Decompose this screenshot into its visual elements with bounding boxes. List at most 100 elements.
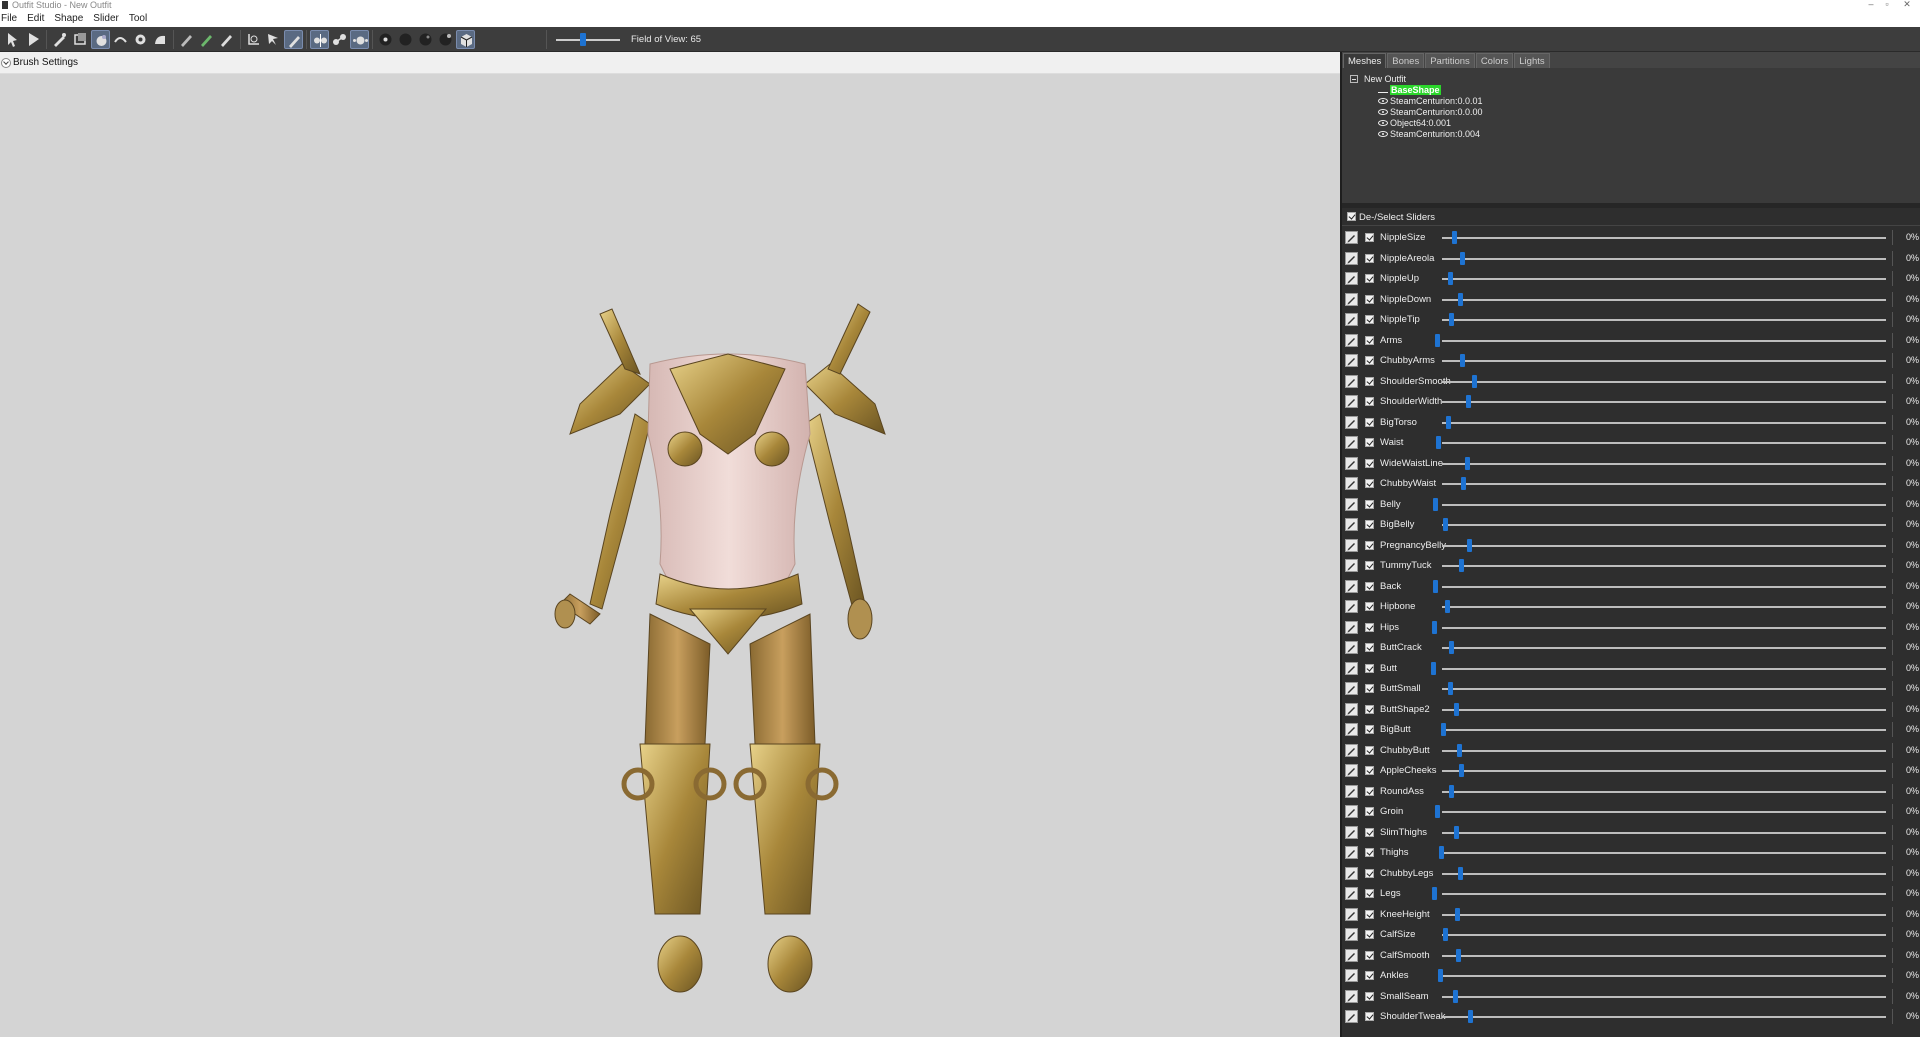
slider-checkbox[interactable] (1365, 540, 1374, 550)
slider-value[interactable]: 0% (1892, 804, 1920, 819)
menu-shape[interactable]: Shape (54, 13, 83, 24)
slider-value[interactable]: 0% (1892, 455, 1920, 471)
slider-checkbox[interactable] (1365, 663, 1374, 673)
smooth-brush-icon[interactable] (131, 30, 150, 49)
tree-item-baseshape[interactable]: BaseShape (1378, 85, 1441, 96)
pencil-icon[interactable] (1345, 518, 1358, 531)
pencil-icon[interactable] (1345, 887, 1358, 900)
pencil-icon[interactable] (1345, 395, 1358, 408)
pencil-icon[interactable] (1345, 723, 1358, 736)
slider-track[interactable] (1442, 360, 1886, 362)
pencil-icon[interactable] (1345, 641, 1358, 654)
pencil-icon[interactable] (1345, 374, 1358, 388)
select-tool-icon[interactable] (3, 30, 22, 49)
slider-value[interactable]: 0% (1892, 250, 1920, 266)
maximize-icon[interactable]: ▫ (1880, 0, 1894, 10)
slider-value[interactable]: 0% (1892, 906, 1920, 922)
slider-value[interactable]: 0% (1892, 947, 1920, 963)
slider-value[interactable]: 0% (1892, 619, 1920, 635)
slider-track[interactable] (1442, 298, 1886, 301)
slider-thumb[interactable] (1449, 784, 1454, 798)
fov-slider-track[interactable] (556, 39, 620, 41)
slider-checkbox[interactable] (1365, 868, 1374, 878)
vertex-edit-icon[interactable] (264, 30, 283, 49)
slider-thumb[interactable] (1443, 928, 1448, 941)
slider-value[interactable]: 0% (1892, 845, 1920, 860)
slider-thumb[interactable] (1461, 477, 1466, 490)
slider-checkbox[interactable] (1365, 827, 1374, 837)
slider-checkbox[interactable] (1365, 479, 1374, 488)
transform-tool-icon[interactable] (24, 30, 43, 49)
pencil-icon[interactable] (1345, 456, 1358, 470)
slider-checkbox[interactable] (1365, 725, 1374, 734)
xmirror-icon[interactable] (310, 30, 329, 49)
menu-tool[interactable]: Tool (129, 13, 147, 24)
slider-value[interactable]: 0% (1892, 271, 1920, 286)
pencil-icon[interactable] (1345, 764, 1358, 777)
slider-value[interactable]: 0% (1892, 291, 1920, 307)
pencil-icon[interactable] (1345, 354, 1358, 367)
tab-bones[interactable]: Bones (1387, 53, 1425, 68)
pencil-icon[interactable] (1345, 436, 1358, 449)
tab-lights[interactable]: Lights (1514, 53, 1550, 68)
slider-track[interactable] (1442, 462, 1886, 465)
tree-item[interactable]: SteamCenturion:0.0.01 (1378, 96, 1483, 107)
slider-checkbox[interactable] (1365, 807, 1374, 816)
slider-thumb[interactable] (1435, 333, 1440, 347)
slider-value[interactable]: 0% (1892, 722, 1920, 737)
slider-thumb[interactable] (1446, 415, 1451, 429)
edge-collapse-icon[interactable] (284, 30, 303, 49)
texture-icon[interactable] (416, 30, 435, 49)
slider-track[interactable] (1442, 934, 1886, 936)
slider-thumb[interactable] (1459, 764, 1464, 777)
pencil-icon[interactable] (1345, 846, 1358, 859)
slider-thumb[interactable] (1432, 620, 1437, 634)
move-brush-icon[interactable] (111, 30, 130, 49)
slider-track[interactable] (1442, 257, 1886, 260)
slider-thumb[interactable] (1460, 354, 1465, 367)
slider-thumb[interactable] (1431, 661, 1436, 675)
slider-checkbox[interactable] (1365, 643, 1374, 652)
tree-item[interactable]: SteamCenturion:0.004 (1378, 129, 1480, 140)
slider-checkbox[interactable] (1365, 704, 1374, 714)
slider-thumb[interactable] (1466, 395, 1471, 408)
slider-track[interactable] (1442, 278, 1886, 280)
menu-edit[interactable]: Edit (27, 13, 44, 24)
slider-value[interactable]: 0% (1892, 988, 1920, 1004)
slider-track[interactable] (1442, 339, 1886, 342)
slider-thumb[interactable] (1436, 436, 1441, 449)
pencil-icon[interactable] (1345, 538, 1358, 552)
close-icon[interactable]: ✕ (1900, 0, 1914, 10)
slider-track[interactable] (1442, 544, 1886, 547)
slider-track[interactable] (1442, 237, 1886, 239)
slider-value[interactable]: 0% (1892, 927, 1920, 942)
slider-thumb[interactable] (1454, 702, 1459, 716)
tab-colors[interactable]: Colors (1475, 53, 1514, 68)
collapse-icon[interactable] (1350, 75, 1358, 83)
slider-checkbox[interactable] (1365, 991, 1374, 1001)
pencil-icon[interactable] (1345, 620, 1358, 634)
slider-value[interactable]: 0% (1892, 763, 1920, 778)
slider-checkbox[interactable] (1365, 971, 1374, 980)
slider-checkbox[interactable] (1365, 458, 1374, 468)
slider-value[interactable]: 0% (1892, 558, 1920, 573)
pencil-icon[interactable] (1345, 559, 1358, 572)
pencil-icon[interactable] (1345, 661, 1358, 675)
slider-value[interactable]: 0% (1892, 394, 1920, 409)
pencil-icon[interactable] (1345, 1010, 1358, 1023)
slider-thumb[interactable] (1449, 313, 1454, 326)
slider-checkbox[interactable] (1365, 253, 1374, 263)
slider-checkbox[interactable] (1365, 294, 1374, 304)
slider-value[interactable]: 0% (1892, 824, 1920, 840)
slider-checkbox[interactable] (1365, 356, 1374, 365)
slider-track[interactable] (1442, 319, 1886, 321)
chevron-down-icon[interactable] (1, 58, 11, 68)
slider-value[interactable]: 0% (1892, 701, 1920, 717)
slider-value[interactable]: 0% (1892, 886, 1920, 901)
slider-track[interactable] (1442, 401, 1886, 403)
brush-settings-label[interactable]: Brush Settings (13, 57, 78, 68)
slider-track[interactable] (1442, 1016, 1886, 1018)
global-brush-icon[interactable] (350, 30, 369, 49)
slider-checkbox[interactable] (1365, 581, 1374, 591)
slider-track[interactable] (1442, 421, 1886, 424)
